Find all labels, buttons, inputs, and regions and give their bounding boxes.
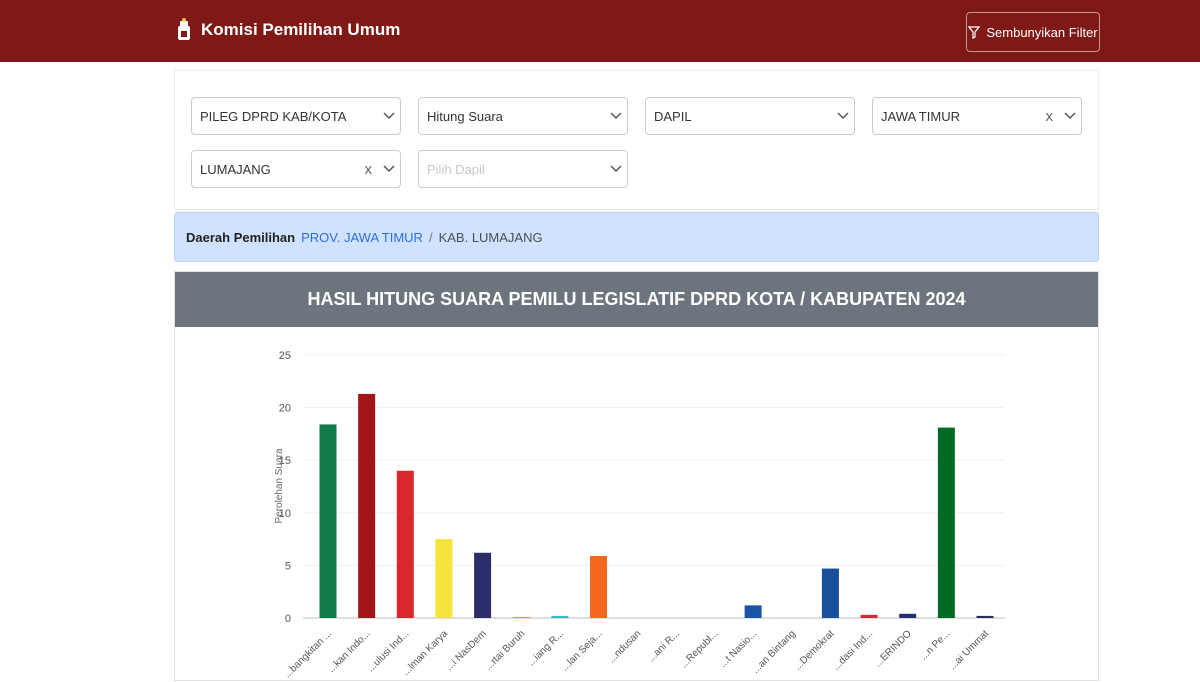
regency-select[interactable]: LUMAJANG x	[191, 150, 401, 188]
breadcrumb-separator: /	[428, 229, 433, 245]
bar	[358, 393, 376, 618]
breadcrumb-province-link[interactable]: PROV. JAWA TIMUR	[301, 230, 423, 245]
chevron-down-icon	[1059, 112, 1081, 120]
province-select[interactable]: JAWA TIMUR x	[872, 97, 1082, 135]
x-tick-label: ...n Pe...	[918, 628, 952, 662]
election-type-select[interactable]: PILEG DPRD KAB/KOTA	[191, 97, 401, 135]
bar	[744, 605, 762, 618]
chevron-down-icon	[605, 165, 627, 173]
x-tick-label: ...ani R...	[646, 628, 682, 664]
y-tick-label: 20	[279, 403, 291, 415]
region-level-value: DAPIL	[654, 108, 692, 124]
bar	[435, 539, 453, 618]
chart-title: HASIL HITUNG SUARA PEMILU LEGISLATIF DPR…	[175, 272, 1098, 327]
bar	[474, 552, 492, 618]
x-tick-label: ...ai Ummat	[947, 628, 991, 672]
y-tick-label: 5	[285, 560, 291, 572]
funnel-icon	[968, 25, 981, 39]
chevron-down-icon	[605, 112, 627, 120]
x-tick-label: ...dasi Ind...	[831, 628, 875, 672]
y-axis-label: Perolehan Suara	[274, 448, 285, 523]
hide-filter-label: Sembunyikan Filter	[986, 24, 1098, 40]
hide-filter-button[interactable]: Sembunyikan Filter	[966, 12, 1100, 52]
x-tick-label: ...Republ...	[679, 628, 721, 670]
bar	[937, 427, 955, 618]
bar	[396, 470, 414, 618]
breadcrumb-label: Daerah Pemilihan	[186, 229, 296, 245]
chevron-down-icon	[378, 112, 400, 120]
x-tick-label: ...i NasDem	[444, 628, 489, 673]
chevron-down-icon	[832, 112, 854, 120]
x-tick-label: ...lan Seja...	[560, 628, 605, 673]
bar	[860, 614, 878, 618]
bar	[821, 568, 839, 618]
top-navbar: Komisi Pemilihan Umum Sembunyikan Filter	[0, 0, 1200, 62]
y-tick-label: 0	[285, 613, 291, 625]
clear-province-icon[interactable]: x	[1046, 108, 1054, 125]
brand-title: Komisi Pemilihan Umum	[201, 20, 401, 39]
x-tick-label: ...iang R...	[526, 628, 566, 668]
brand[interactable]: Komisi Pemilihan Umum	[175, 18, 400, 42]
breadcrumb: Daerah Pemilihan PROV. JAWA TIMUR / KAB.…	[174, 212, 1099, 262]
regency-value: LUMAJANG	[200, 161, 271, 177]
bar	[899, 613, 917, 618]
kpu-logo-icon	[178, 18, 190, 40]
chevron-down-icon	[378, 165, 400, 173]
bar	[512, 616, 530, 618]
election-type-value: PILEG DPRD KAB/KOTA	[200, 108, 347, 124]
count-mode-value: Hitung Suara	[427, 108, 503, 124]
x-tick-label: ...rtai Buruh	[483, 628, 527, 672]
province-value: JAWA TIMUR	[881, 108, 960, 124]
bar	[590, 555, 608, 618]
dapil-select[interactable]: Pilih Dapil	[418, 150, 628, 188]
dapil-placeholder: Pilih Dapil	[427, 161, 485, 177]
vote-bar-chart: 0510152025Perolehan Suara...bangkitan ..…	[274, 350, 1005, 681]
breadcrumb-current: KAB. LUMAJANG	[438, 229, 543, 245]
chart-card: 0 5 10 15 20 25 Perolehan Suara ...bangkitan ..…	[174, 271, 1099, 681]
filter-panel: PILEG DPRD KAB/KOTA Hitung Suara DAPIL J…	[174, 70, 1099, 210]
y-tick-label: 25	[279, 350, 291, 362]
bar	[976, 615, 994, 618]
x-tick-label: ...ndusan	[606, 628, 643, 665]
x-tick-label: ...Demokrat	[792, 628, 836, 672]
bar	[551, 615, 569, 618]
x-tick-label: ...bangkitan ...	[282, 628, 334, 680]
bar	[319, 424, 337, 618]
count-mode-select[interactable]: Hitung Suara	[418, 97, 628, 135]
x-tick-label: ...t Nasio...	[718, 628, 760, 670]
clear-regency-icon[interactable]: x	[365, 161, 373, 178]
region-level-select[interactable]: DAPIL	[645, 97, 855, 135]
x-tick-label: ...ERINDO	[873, 628, 914, 669]
